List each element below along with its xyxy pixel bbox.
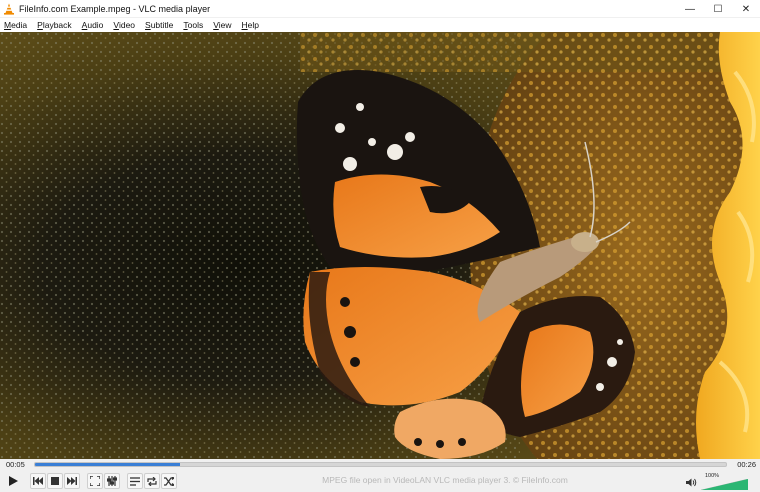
- volume-slider[interactable]: 100%: [701, 473, 748, 490]
- playlist-button[interactable]: [127, 473, 143, 489]
- video-image: [0, 32, 760, 459]
- loop-button[interactable]: [144, 473, 160, 489]
- title-bar: FileInfo.com Example.mpeg - VLC media pl…: [0, 0, 760, 18]
- fullscreen-button[interactable]: [87, 473, 103, 489]
- status-text: MPEG file open in VideoLAN VLC media pla…: [322, 475, 568, 485]
- shuffle-icon: [164, 476, 174, 486]
- vlc-cone-icon: [3, 3, 15, 15]
- menu-tools[interactable]: Tools: [183, 18, 203, 32]
- extended-settings-icon: [107, 476, 117, 486]
- next-button[interactable]: [64, 473, 80, 489]
- menu-help[interactable]: Help: [242, 18, 259, 32]
- previous-icon: [33, 477, 43, 485]
- extended-settings-button[interactable]: [104, 473, 120, 489]
- menu-video[interactable]: Video: [113, 18, 135, 32]
- next-icon: [67, 477, 77, 485]
- fullscreen-icon: [90, 476, 100, 486]
- shuffle-button[interactable]: [161, 473, 177, 489]
- stop-button[interactable]: [47, 473, 63, 489]
- seek-progress: [35, 463, 181, 466]
- stop-icon: [51, 477, 59, 485]
- play-button[interactable]: [3, 473, 22, 489]
- speaker-icon[interactable]: [686, 476, 697, 490]
- menu-view[interactable]: View: [213, 18, 231, 32]
- maximize-button[interactable]: ☐: [704, 0, 732, 18]
- minimize-button[interactable]: —: [676, 0, 704, 18]
- close-button[interactable]: ✕: [732, 0, 760, 18]
- playlist-icon: [130, 476, 140, 486]
- seek-row: 00:05 00:26: [0, 459, 760, 470]
- total-time: 00:26: [737, 460, 756, 469]
- loop-icon: [147, 476, 157, 486]
- menu-media[interactable]: Media: [4, 18, 27, 32]
- play-icon: [7, 475, 19, 487]
- menu-audio[interactable]: Audio: [82, 18, 104, 32]
- elapsed-time: 00:05: [6, 460, 25, 469]
- control-bar: MPEG file open in VideoLAN VLC media pla…: [0, 470, 760, 492]
- window-controls: — ☐ ✕: [676, 0, 760, 18]
- video-frame[interactable]: [0, 32, 760, 459]
- window-title: FileInfo.com Example.mpeg - VLC media pl…: [19, 3, 211, 14]
- menu-bar: Media Playback Audio Video Subtitle Tool…: [0, 18, 760, 32]
- menu-playback[interactable]: Playback: [37, 18, 72, 32]
- menu-subtitle[interactable]: Subtitle: [145, 18, 173, 32]
- volume-level-bar: [701, 479, 748, 490]
- seek-slider[interactable]: [34, 462, 727, 467]
- previous-button[interactable]: [30, 473, 46, 489]
